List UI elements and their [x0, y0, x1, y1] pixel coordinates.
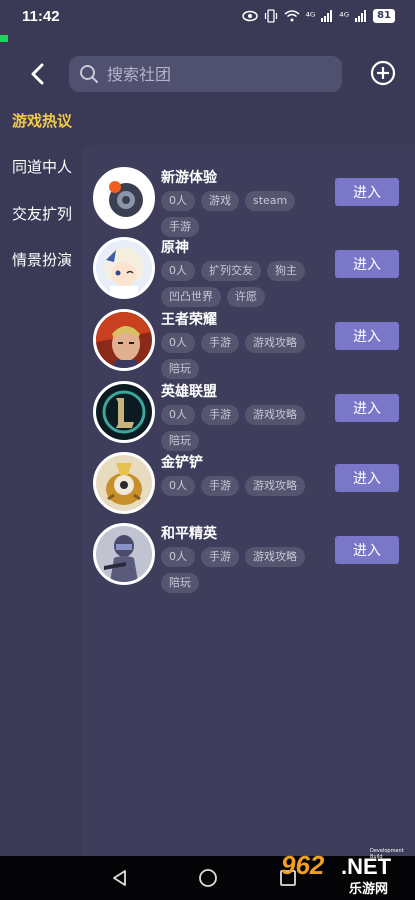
search-input[interactable] — [107, 64, 327, 84]
signal-bars-icon — [321, 10, 333, 22]
status-time: 11:42 — [22, 7, 60, 25]
lol-logo-icon — [96, 384, 152, 440]
club-name: 新游体验 — [161, 170, 217, 186]
sidebar-item-like-minded[interactable]: 同道中人 — [12, 156, 72, 177]
tag: 0人 — [161, 476, 195, 496]
tag: 0人 — [161, 191, 195, 211]
xinyou-disc-icon — [96, 170, 152, 226]
signal-bars-icon — [355, 10, 367, 22]
honor-of-kings-hero-icon — [96, 312, 152, 368]
tag: 狗主 — [267, 261, 305, 281]
search-icon — [80, 65, 98, 83]
club-tags: 0人 手游 游戏攻略 陪玩 — [161, 333, 331, 379]
tag: 游戏攻略 — [245, 333, 305, 353]
club-tags: 0人 手游 游戏攻略 陪玩 — [161, 547, 331, 593]
category-sidebar: 游戏热议 同道中人 交友扩列 情景扮演 — [0, 96, 82, 856]
club-tags: 0人 手游 游戏攻略 陪玩 — [161, 405, 331, 451]
sidebar-item-game-discussion[interactable]: 游戏热议 — [12, 110, 72, 131]
club-avatar[interactable] — [93, 309, 155, 371]
status-bar: 11:42 ⁴ᴳ ⁴ᴳ 81 — [0, 0, 415, 32]
tag: steam — [245, 191, 296, 211]
signal-label-2: ⁴ᴳ — [339, 9, 350, 23]
nav-back-icon[interactable] — [110, 868, 130, 888]
wifi-icon — [284, 10, 300, 22]
tag: 许愿 — [227, 287, 265, 307]
club-avatar[interactable] — [93, 452, 155, 514]
watermark: 962 .NET 乐游网 — [275, 848, 415, 900]
sidebar-item-make-friends[interactable]: 交友扩列 — [12, 203, 72, 224]
club-avatar[interactable] — [93, 523, 155, 585]
tag: 扩列交友 — [201, 261, 261, 281]
watermark-subtitle: 乐游网 — [349, 882, 389, 897]
golden-spatula-icon — [96, 455, 152, 511]
chevron-left-icon — [31, 63, 44, 85]
nav-home-icon[interactable] — [198, 868, 218, 888]
watermark-962: 962 — [281, 850, 325, 880]
tag: 手游 — [161, 217, 199, 237]
search-box[interactable] — [69, 56, 342, 92]
tag: 陪玩 — [161, 359, 199, 379]
tag: 游戏攻略 — [245, 476, 305, 496]
enter-button[interactable]: 进入 — [335, 322, 399, 350]
club-tags: 0人 游戏 steam 手游 — [161, 191, 331, 237]
enter-button[interactable]: 进入 — [335, 394, 399, 422]
club-avatar[interactable] — [93, 167, 155, 229]
tag: 手游 — [201, 333, 239, 353]
club-avatar[interactable] — [93, 381, 155, 443]
tag: 手游 — [201, 547, 239, 567]
enter-button[interactable]: 进入 — [335, 250, 399, 278]
tag: 游戏攻略 — [245, 405, 305, 425]
add-club-button[interactable] — [369, 59, 397, 87]
sidebar-item-roleplay[interactable]: 情景扮演 — [12, 249, 72, 270]
dev-indicator — [0, 35, 8, 42]
tag: 0人 — [161, 333, 195, 353]
club-name: 王者荣耀 — [161, 312, 217, 328]
peace-elite-soldier-icon — [96, 526, 152, 582]
signal-label-1: ⁴ᴳ — [305, 9, 316, 23]
header — [0, 52, 415, 96]
tag: 手游 — [201, 405, 239, 425]
tag: 0人 — [161, 261, 195, 281]
club-avatar[interactable] — [93, 237, 155, 299]
back-button[interactable] — [24, 60, 52, 88]
tag: 游戏攻略 — [245, 547, 305, 567]
club-name: 英雄联盟 — [161, 384, 217, 400]
status-icons: ⁴ᴳ ⁴ᴳ 81 — [241, 9, 395, 23]
genshin-character-icon — [96, 240, 152, 296]
club-name: 和平精英 — [161, 526, 217, 542]
club-name: 原神 — [161, 240, 189, 256]
vibrate-icon — [264, 9, 277, 23]
club-tags: 0人 扩列交友 狗主 凹凸世界 许愿 — [161, 261, 331, 307]
tag: 0人 — [161, 405, 195, 425]
tag: 凹凸世界 — [161, 287, 221, 307]
enter-button[interactable]: 进入 — [335, 536, 399, 564]
club-name: 金铲铲 — [161, 455, 203, 471]
tag: 游戏 — [201, 191, 239, 211]
battery-indicator: 81 — [373, 9, 395, 23]
enter-button[interactable]: 进入 — [335, 178, 399, 206]
club-list: 新游体验 0人 游戏 steam 手游 进入 原神 0人 扩列交友 狗主 凹凸世… — [82, 145, 415, 856]
tag: 手游 — [201, 476, 239, 496]
enter-button[interactable]: 进入 — [335, 464, 399, 492]
plus-circle-icon — [370, 60, 396, 86]
tag: 0人 — [161, 547, 195, 567]
eye-icon — [241, 10, 258, 22]
tag: 陪玩 — [161, 573, 199, 593]
club-tags: 0人 手游 游戏攻略 — [161, 476, 331, 496]
watermark-net: .NET — [341, 854, 392, 879]
tag: 陪玩 — [161, 431, 199, 451]
